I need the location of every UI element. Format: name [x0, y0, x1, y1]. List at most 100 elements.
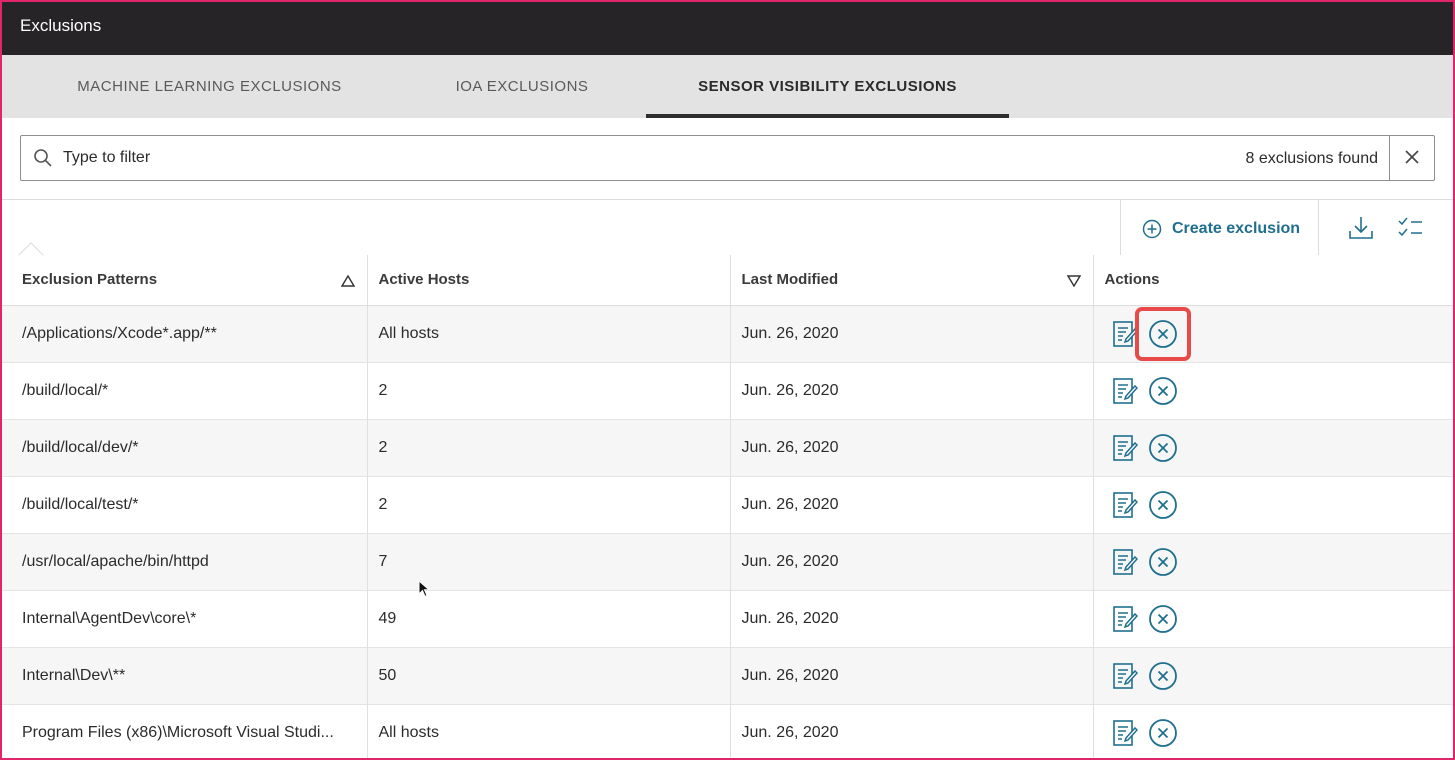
row-actions	[1105, 490, 1454, 520]
delete-exclusion-button[interactable]	[1148, 718, 1178, 748]
delete-exclusion-button[interactable]	[1148, 547, 1178, 577]
results-count: 8 exclusions found	[1245, 150, 1378, 167]
edit-icon	[1112, 662, 1138, 689]
tab-ioa-exclusions[interactable]: IOA EXCLUSIONS	[402, 55, 642, 118]
filter-input[interactable]	[63, 144, 963, 172]
row-actions	[1105, 661, 1454, 691]
delete-exclusion-button[interactable]	[1148, 604, 1178, 634]
delete-exclusion-button[interactable]	[1148, 661, 1178, 691]
edit-exclusion-button[interactable]	[1110, 433, 1140, 463]
exclusion-pattern-cell: /usr/local/apache/bin/httpd	[2, 532, 368, 590]
active-hosts-cell: 2	[367, 361, 731, 419]
table-row[interactable]: /build/local/dev/* 2 Jun. 26, 2020	[2, 418, 1453, 476]
table-row[interactable]: /build/local/* 2 Jun. 26, 2020	[2, 361, 1454, 419]
mouse-cursor-icon	[418, 580, 430, 598]
edit-exclusion-button[interactable]	[1110, 604, 1140, 634]
exclusion-pattern-cell: /build/local/test/*	[2, 475, 368, 533]
exclusions-table: Exclusion Patterns Active Hosts Last Mod…	[2, 255, 1454, 758]
tab-bar: MACHINE LEARNING EXCLUSIONS IOA EXCLUSIO…	[2, 55, 1453, 118]
edit-icon	[1112, 719, 1138, 746]
column-header-active-hosts[interactable]: Active Hosts	[367, 255, 731, 306]
actions-cell	[1093, 532, 1454, 590]
row-actions	[1105, 306, 1454, 361]
exclusion-pattern-cell: /Applications/Xcode*.app/**	[2, 304, 368, 362]
edit-exclusion-button[interactable]	[1110, 661, 1140, 691]
active-hosts-cell: 49	[367, 589, 731, 647]
delete-icon	[1148, 547, 1177, 576]
edit-icon	[1112, 605, 1138, 632]
exclusion-pattern-cell: /build/local/dev/*	[2, 418, 368, 476]
divider	[2, 199, 1453, 200]
last-modified-cell: Jun. 26, 2020	[730, 304, 1094, 362]
delete-icon	[1148, 661, 1177, 690]
actions-cell	[1093, 361, 1454, 419]
actions-cell	[1093, 646, 1454, 704]
active-hosts-cell: All hosts	[367, 304, 731, 362]
search-icon	[34, 149, 52, 167]
tab-sensor-visibility-exclusions[interactable]: SENSOR VISIBILITY EXCLUSIONS	[646, 55, 1009, 118]
actions-cell	[1093, 703, 1454, 758]
delete-exclusion-button[interactable]	[1148, 376, 1178, 406]
last-modified-cell: Jun. 26, 2020	[730, 646, 1094, 704]
last-modified-cell: Jun. 26, 2020	[730, 703, 1094, 758]
edit-exclusion-button[interactable]	[1110, 547, 1140, 577]
table-row[interactable]: /usr/local/apache/bin/httpd 7 Jun. 26, 2…	[2, 532, 1454, 590]
delete-icon	[1148, 376, 1177, 405]
clear-filter-button[interactable]	[1389, 136, 1434, 180]
title-bar: Exclusions	[2, 2, 1453, 55]
edit-icon	[1112, 377, 1138, 404]
plus-circle-icon	[1142, 219, 1162, 239]
sort-ascending-icon[interactable]	[340, 275, 355, 287]
checklist-icon[interactable]	[1396, 213, 1426, 243]
table-row[interactable]: /Applications/Xcode*.app/** All hosts Ju…	[2, 304, 1454, 362]
toolbar-divider	[1120, 200, 1121, 255]
delete-icon	[1148, 604, 1177, 633]
actions-cell	[1093, 475, 1454, 533]
row-actions	[1105, 376, 1454, 406]
active-hosts-cell: 2	[367, 475, 731, 533]
row-actions	[1105, 718, 1454, 748]
tab-machine-learning-exclusions[interactable]: MACHINE LEARNING EXCLUSIONS	[32, 55, 387, 118]
last-modified-cell: Jun. 26, 2020	[730, 361, 1094, 419]
last-modified-cell: Jun. 26, 2020	[730, 418, 1094, 476]
last-modified-cell: Jun. 26, 2020	[730, 589, 1094, 647]
edit-exclusion-button[interactable]	[1110, 718, 1140, 748]
last-modified-cell: Jun. 26, 2020	[730, 532, 1094, 590]
last-modified-cell: Jun. 26, 2020	[730, 475, 1094, 533]
delete-icon	[1148, 319, 1177, 348]
download-icon[interactable]	[1346, 213, 1376, 243]
column-header-last-modified[interactable]: Last Modified	[730, 255, 1094, 306]
table-row[interactable]: Internal\Dev\** 50 Jun. 26, 2020	[2, 646, 1454, 704]
table-header-row: Exclusion Patterns Active Hosts Last Mod…	[2, 255, 1453, 306]
window-title: Exclusions	[20, 16, 102, 35]
filter-bar: 8 exclusions found	[20, 135, 1435, 181]
table-row[interactable]: Internal\AgentDev\core\* 49 Jun. 26, 202…	[2, 589, 1454, 647]
exclusion-pattern-cell: /build/local/*	[2, 361, 368, 419]
active-hosts-cell: 50	[367, 646, 731, 704]
edit-icon	[1112, 434, 1138, 461]
toolbar-divider	[1318, 200, 1319, 255]
column-header-exclusion-patterns[interactable]: Exclusion Patterns	[2, 255, 368, 306]
row-actions	[1105, 547, 1454, 577]
delete-exclusion-button[interactable]	[1148, 433, 1178, 463]
column-header-actions: Actions	[1093, 255, 1453, 306]
edit-exclusion-button[interactable]	[1110, 319, 1140, 349]
edit-exclusion-button[interactable]	[1110, 490, 1140, 520]
table-row[interactable]: Program Files (x86)\Microsoft Visual Stu…	[2, 703, 1454, 758]
app-window: Exclusions MACHINE LEARNING EXCLUSIONS I…	[0, 0, 1455, 760]
edit-icon	[1112, 320, 1138, 347]
delete-icon	[1148, 433, 1177, 462]
actions-cell	[1093, 418, 1453, 476]
sort-descending-icon[interactable]	[1066, 275, 1081, 287]
delete-icon	[1148, 718, 1177, 747]
exclusion-pattern-cell: Internal\AgentDev\core\*	[2, 589, 368, 647]
edit-icon	[1112, 548, 1138, 575]
table-row[interactable]: /build/local/test/* 2 Jun. 26, 2020	[2, 475, 1454, 533]
delete-exclusion-button[interactable]	[1148, 490, 1178, 520]
actions-cell	[1093, 589, 1454, 647]
edit-exclusion-button[interactable]	[1110, 376, 1140, 406]
create-exclusion-label: Create exclusion	[1172, 220, 1301, 237]
row-actions	[1105, 604, 1454, 634]
create-exclusion-button[interactable]: Create exclusion	[1142, 216, 1300, 242]
delete-exclusion-button[interactable]	[1134, 306, 1191, 361]
